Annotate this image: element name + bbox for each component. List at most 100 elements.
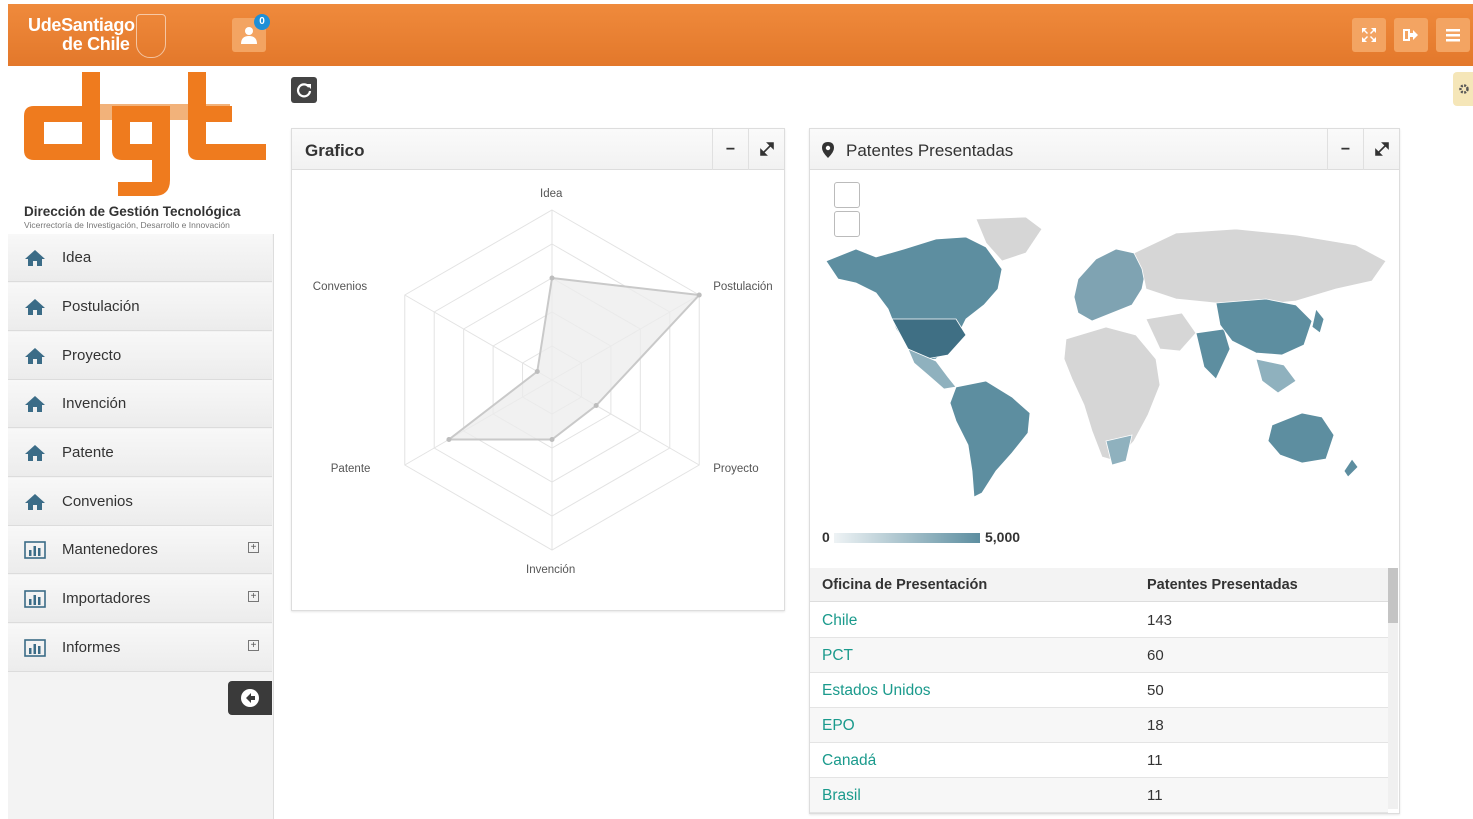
sidebar-item-postulacion[interactable]: Postulación bbox=[8, 283, 272, 331]
settings-tab[interactable] bbox=[1453, 72, 1473, 106]
expand-button[interactable] bbox=[1363, 129, 1399, 170]
office-link[interactable]: Canadá bbox=[822, 752, 876, 770]
radar-point[interactable] bbox=[446, 437, 452, 442]
office-link[interactable]: Chile bbox=[822, 612, 857, 630]
radar-point[interactable] bbox=[593, 403, 599, 408]
sidebar-item-label: Mantenedores bbox=[62, 541, 158, 558]
hamburger-icon bbox=[1446, 29, 1460, 42]
logo-subtitle: Dirección de Gestión Tecnológica bbox=[24, 204, 241, 219]
user-icon bbox=[241, 27, 257, 44]
menu-button[interactable] bbox=[1436, 18, 1470, 52]
table-row: PCT 60 bbox=[810, 638, 1388, 673]
radar-series-area[interactable] bbox=[446, 276, 702, 441]
scrollbar-thumb[interactable] bbox=[1388, 568, 1398, 623]
university-seal-icon bbox=[136, 14, 166, 58]
patent-count: 60 bbox=[1147, 647, 1164, 664]
radar-axis-label: Postulación bbox=[713, 281, 773, 293]
sidebar-item-label: Importadores bbox=[62, 590, 151, 607]
arrow-left-circle-icon bbox=[241, 689, 259, 707]
grafico-panel: Grafico − Idea Postulación Proyecto Invenci… bbox=[291, 128, 785, 611]
radar-point[interactable] bbox=[549, 437, 555, 442]
radar-axis-label: Convenios bbox=[312, 281, 368, 293]
table-header: Oficina de Presentación Patentes Present… bbox=[810, 568, 1388, 602]
gear-icon bbox=[1459, 84, 1469, 94]
sidebar-item-label: Proyecto bbox=[62, 347, 122, 364]
patent-count: 50 bbox=[1147, 682, 1164, 699]
office-link[interactable]: PCT bbox=[822, 647, 853, 665]
table-row: Brasil 11 bbox=[810, 778, 1388, 813]
radar-axis-label: Proyecto bbox=[713, 463, 759, 475]
radar-axis-label: Idea bbox=[540, 188, 563, 200]
fullscreen-button[interactable] bbox=[1352, 18, 1386, 52]
column-header-office[interactable]: Oficina de Presentación bbox=[822, 577, 987, 593]
office-link[interactable]: Brasil bbox=[822, 787, 861, 805]
sidebar-item-label: Informes bbox=[62, 639, 121, 656]
expand-plus-icon[interactable]: + bbox=[248, 591, 259, 602]
expand-icon bbox=[1362, 28, 1376, 42]
dgt-logo: Dirección de Gestión Tecnológica Vicerre… bbox=[8, 66, 274, 234]
sidebar: Dirección de Gestión Tecnológica Vicerre… bbox=[8, 66, 274, 819]
radar-point[interactable] bbox=[549, 275, 555, 281]
expand-button[interactable] bbox=[748, 129, 784, 170]
brand-line1: UdeSantiago bbox=[28, 15, 135, 35]
refresh-icon bbox=[296, 83, 312, 98]
table-row: Estados Unidos 50 bbox=[810, 673, 1388, 708]
sidebar-item-importadores[interactable]: Importadores + bbox=[8, 575, 272, 623]
logo-subtitle-secondary: Vicerrectoría de Investigación, Desarrol… bbox=[24, 220, 230, 230]
expand-plus-icon[interactable]: + bbox=[248, 542, 259, 553]
expand-plus-icon[interactable]: + bbox=[248, 640, 259, 651]
collapse-sidebar-button[interactable] bbox=[228, 681, 272, 715]
radar-chart bbox=[404, 209, 702, 551]
refresh-button[interactable] bbox=[291, 77, 317, 103]
panel-title: Patentes Presentadas bbox=[846, 141, 1014, 160]
table-row: Chile 143 bbox=[810, 603, 1388, 638]
sidebar-item-invencion[interactable]: Invención bbox=[8, 380, 272, 428]
table-row: EPO 18 bbox=[810, 708, 1388, 743]
office-link[interactable]: EPO bbox=[822, 717, 855, 735]
map-zoom-in-button[interactable] bbox=[834, 182, 860, 208]
home-icon bbox=[25, 299, 45, 315]
university-brand[interactable]: UdeSantiago de Chile bbox=[28, 16, 135, 54]
sidebar-item-idea[interactable]: Idea bbox=[8, 234, 272, 282]
sidebar-item-patente[interactable]: Patente bbox=[8, 429, 272, 477]
map-marker-icon bbox=[822, 142, 834, 158]
home-icon bbox=[25, 494, 45, 510]
sidebar-item-informes[interactable]: Informes + bbox=[8, 624, 272, 672]
logout-button[interactable] bbox=[1394, 18, 1428, 52]
patentes-panel: Patentes Presentadas − 0 5,000 Oficina d… bbox=[809, 128, 1400, 814]
resize-icon bbox=[1374, 142, 1389, 156]
sidebar-item-label: Convenios bbox=[62, 493, 133, 510]
column-header-count[interactable]: Patentes Presentadas bbox=[1147, 577, 1298, 593]
radar-point[interactable] bbox=[534, 369, 540, 374]
patentes-panel-header: Patentes Presentadas − bbox=[810, 129, 1399, 170]
home-icon bbox=[25, 396, 45, 412]
radar-point[interactable] bbox=[696, 292, 702, 298]
logout-icon bbox=[1403, 29, 1418, 41]
sidebar-item-label: Invención bbox=[62, 395, 127, 412]
table-scrollbar[interactable] bbox=[1388, 568, 1398, 809]
bar-chart-icon bbox=[24, 639, 46, 657]
home-icon bbox=[25, 250, 45, 266]
grafico-panel-header: Grafico − bbox=[292, 129, 784, 170]
sidebar-item-mantenedores[interactable]: Mantenedores + bbox=[8, 526, 272, 574]
notification-badge: 0 bbox=[254, 14, 270, 30]
radar-axis-label: Patente bbox=[330, 463, 371, 475]
office-link[interactable]: Estados Unidos bbox=[822, 682, 931, 700]
radar-axis-label: Invención bbox=[526, 564, 576, 576]
minimize-button[interactable]: − bbox=[712, 129, 748, 170]
home-icon bbox=[25, 348, 45, 364]
brand-line2: de Chile bbox=[62, 34, 130, 54]
bar-chart-icon bbox=[24, 590, 46, 608]
table-row: Canadá 11 bbox=[810, 743, 1388, 778]
sidebar-item-label: Postulación bbox=[62, 298, 140, 315]
patent-count: 11 bbox=[1147, 787, 1163, 804]
panel-title: Grafico bbox=[305, 141, 365, 160]
sidebar-item-label: Idea bbox=[62, 249, 92, 266]
legend-min-label: 0 bbox=[822, 529, 830, 545]
sidebar-item-proyecto[interactable]: Proyecto bbox=[8, 332, 272, 380]
sidebar-item-label: Patente bbox=[62, 444, 114, 461]
resize-icon bbox=[759, 142, 774, 156]
world-map[interactable] bbox=[816, 209, 1396, 509]
sidebar-item-convenios[interactable]: Convenios bbox=[8, 478, 272, 526]
minimize-button[interactable]: − bbox=[1327, 129, 1363, 170]
